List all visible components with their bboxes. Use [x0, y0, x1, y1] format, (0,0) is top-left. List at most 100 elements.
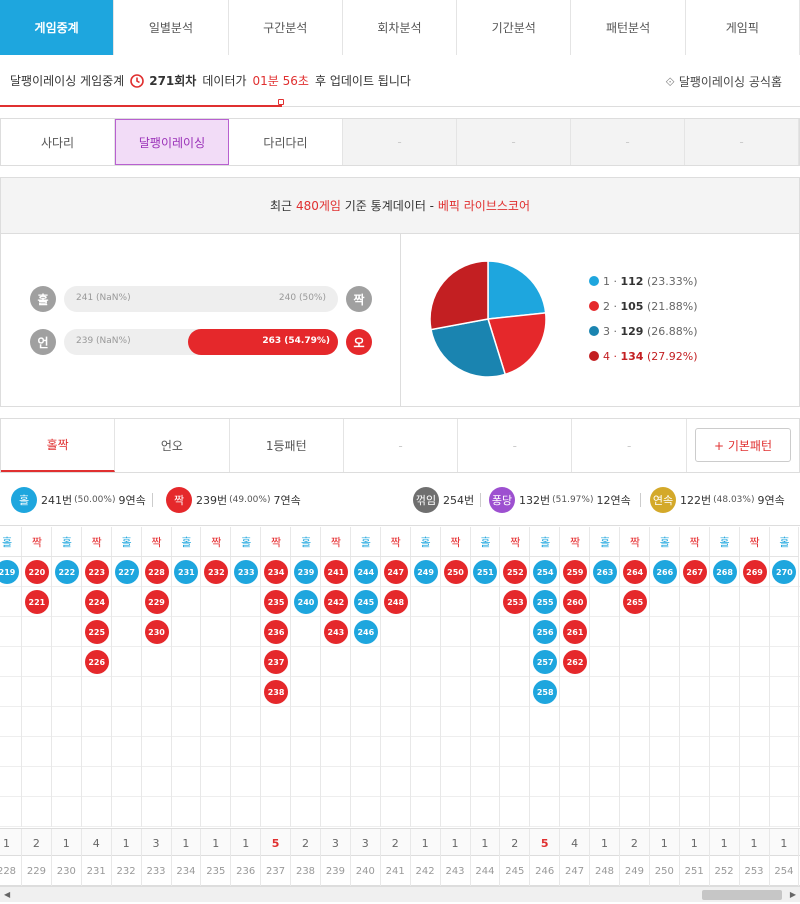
- summary-even: 짝 239번 (49.00%) 7연속: [166, 487, 301, 513]
- pattern-column: 짝 228 229 230: [141, 527, 172, 827]
- tab-daridari[interactable]: 다리다리: [229, 119, 343, 165]
- under-count: 239 (NaN%): [76, 336, 131, 346]
- pattern-column: 홀 222: [51, 527, 82, 827]
- tab-period-analysis[interactable]: 기간분석: [457, 0, 572, 55]
- streak-count: 1: [231, 829, 262, 857]
- column-header: 홀: [111, 527, 142, 557]
- legend-count: 134: [620, 350, 644, 363]
- legend-dot: [589, 326, 599, 336]
- official-home-link[interactable]: ⟐ 달팽이레이싱 공식홈: [665, 73, 782, 90]
- column-header: 홀: [231, 527, 262, 557]
- column-number: 228: [0, 856, 22, 886]
- round-ball: 255: [533, 590, 558, 614]
- column-number: 248: [590, 856, 620, 886]
- progress-marker: [278, 99, 284, 105]
- streak-count: 1: [411, 829, 441, 857]
- tab-odd-even[interactable]: 홀짝: [1, 419, 116, 472]
- pattern-column: 홀 263: [590, 527, 620, 827]
- column-number: 246: [530, 856, 561, 886]
- pattern-column: 홀 270: [769, 527, 800, 827]
- info-mid: 데이터가: [202, 74, 247, 88]
- over-icon: 오: [346, 329, 372, 355]
- tab-range-analysis[interactable]: 구간분석: [228, 0, 343, 55]
- turn-badge: 꺾임: [413, 487, 439, 513]
- pie-slice-4: [429, 260, 489, 331]
- round-ball: 236: [264, 620, 289, 644]
- legend-count: 112: [620, 275, 644, 288]
- round-ball: 234: [264, 560, 289, 584]
- streak-count: 4: [82, 829, 112, 857]
- pattern-column: 홀 266: [649, 527, 680, 827]
- round-ball: 246: [353, 620, 378, 644]
- round-ball: 228: [144, 560, 169, 584]
- legend-pct: (27.92%): [646, 350, 698, 363]
- round-ball: 222: [54, 560, 79, 584]
- round-ball: 261: [563, 620, 588, 644]
- legend-count: 105: [620, 300, 644, 313]
- summary-streak: 9연속: [118, 494, 146, 507]
- round-ball: 229: [144, 590, 169, 614]
- odd-even-bars: 홀 241 (NaN%) 240 (50%) 짝 언 239 (NaN%) 26…: [1, 234, 401, 406]
- tab-game-live[interactable]: 게임중계: [0, 0, 115, 55]
- round-ball: 265: [622, 590, 647, 614]
- legend-count: 129: [620, 325, 644, 338]
- legend-label: 2: [603, 300, 610, 313]
- update-info-bar: 달팽이레이싱 게임중계 271회차 데이터가 01분 56초 후 업데이트 됩니…: [0, 55, 800, 107]
- column-number: 240: [351, 856, 381, 886]
- progress-line: [0, 105, 282, 107]
- scroll-left-icon[interactable]: ◀: [4, 890, 10, 899]
- legend-label: 3: [603, 325, 610, 338]
- tab-pattern-analysis[interactable]: 패턴분석: [571, 0, 686, 55]
- rank-pie-panel: 1 · 112 (23.33%) 2 · 105 (21.88%) 3 · 12…: [401, 234, 799, 406]
- snail-icon: ⟐: [665, 75, 675, 89]
- column-number: 243: [441, 856, 471, 886]
- round-ball: 247: [383, 560, 408, 584]
- under-over-bar: 239 (NaN%) 263 (54.79%): [64, 329, 338, 355]
- tab-empty: -: [344, 419, 459, 472]
- official-home-label: 달팽이레이싱 공식홈: [678, 75, 782, 89]
- pattern-column: 홀 249: [410, 527, 441, 827]
- column-number: 231: [82, 856, 112, 886]
- tab-game-pick[interactable]: 게임픽: [685, 0, 800, 55]
- round-ball: 238: [264, 680, 289, 704]
- column-header: 짝: [81, 527, 112, 557]
- streak-count: 5: [530, 829, 561, 857]
- round-ball: 241: [323, 560, 348, 584]
- column-header: 짝: [739, 527, 770, 557]
- basic-pattern-button[interactable]: + 기본패턴: [695, 428, 791, 462]
- tab-under-over[interactable]: 언오: [115, 419, 230, 472]
- streak-count: 1: [52, 829, 82, 857]
- tab-daily-analysis[interactable]: 일별분석: [114, 0, 229, 55]
- column-header: 짝: [261, 527, 292, 557]
- column-number: 252: [710, 856, 740, 886]
- column-header: 짝: [500, 527, 531, 557]
- legend-dot: [589, 276, 599, 286]
- horizontal-scrollbar[interactable]: ◀ ▶: [0, 886, 800, 902]
- tab-first-place-pattern[interactable]: 1등패턴: [230, 419, 344, 472]
- summary-count: 241번: [41, 494, 73, 507]
- column-header: 홀: [291, 527, 321, 557]
- column-header: 짝: [201, 527, 232, 557]
- streak-count: 1: [769, 829, 800, 857]
- streak-count: 3: [351, 829, 381, 857]
- scroll-right-icon[interactable]: ▶: [790, 890, 796, 899]
- round-ball: 254: [533, 560, 558, 584]
- round-ball: 251: [473, 560, 498, 584]
- over-count: 263 (54.79%): [262, 336, 330, 346]
- tab-ladder[interactable]: 사다리: [1, 119, 115, 165]
- odd-count: 241 (NaN%): [76, 293, 131, 303]
- column-number: 241: [381, 856, 411, 886]
- pattern-column: 짝 223 224 225 226: [81, 527, 112, 827]
- pattern-tabs: 홀짝 언오 1등패턴 - - -: [0, 418, 800, 473]
- streak-count: 3: [321, 829, 351, 857]
- legend-pct: (26.88%): [646, 325, 698, 338]
- column-number: 244: [470, 856, 501, 886]
- column-number: 237: [261, 856, 292, 886]
- summary-count: 254번: [443, 494, 475, 507]
- scroll-thumb[interactable]: [702, 890, 782, 900]
- tab-snail-racing[interactable]: 달팽이레이싱: [115, 119, 229, 165]
- round-ball: 260: [563, 590, 588, 614]
- stats-panel: 최근 480게임 기준 통계데이터 - 베픽 라이브스코어 홀 241 (NaN…: [0, 177, 800, 407]
- tab-round-analysis[interactable]: 회차분석: [342, 0, 458, 55]
- stats-heading-b: 기준 통계데이터 -: [344, 199, 435, 213]
